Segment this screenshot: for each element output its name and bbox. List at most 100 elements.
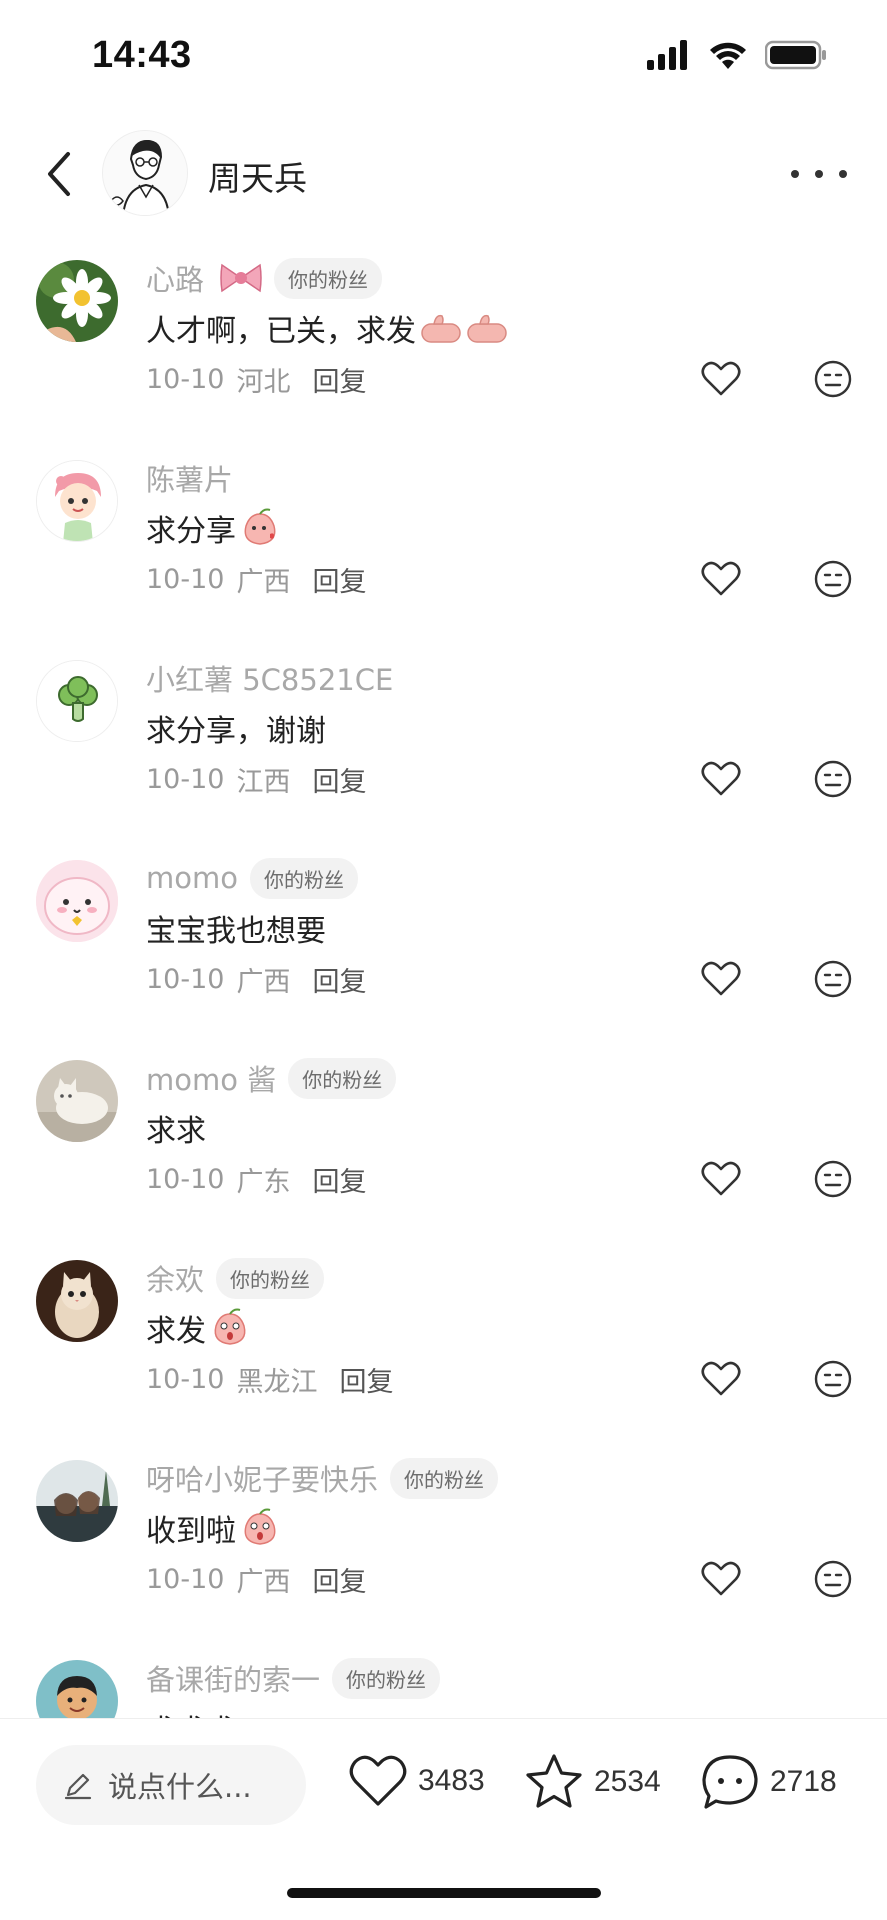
pencil-icon bbox=[64, 1773, 92, 1800]
comment-meta: 10-10 广西 回复 bbox=[146, 560, 366, 599]
neutral-face-icon[interactable] bbox=[812, 758, 854, 800]
avatar[interactable] bbox=[36, 260, 118, 342]
comment-region: 江西 bbox=[236, 767, 291, 798]
avatar[interactable] bbox=[36, 1660, 118, 1718]
comment-meta: 10-10 河北 回复 bbox=[146, 360, 366, 399]
comment-text[interactable]: 求求 bbox=[146, 1106, 206, 1150]
comment-item: 陈薯片 求分享 10-10 广西 回复 bbox=[0, 450, 887, 650]
comment-date: 10-10 bbox=[146, 964, 225, 995]
comment-button[interactable]: 2718 bbox=[700, 1753, 837, 1811]
status-icons bbox=[647, 40, 827, 70]
comment-text[interactable]: 求分享，谢谢 bbox=[146, 706, 326, 750]
collect-button[interactable]: 2534 bbox=[524, 1753, 661, 1811]
heart-icon[interactable] bbox=[700, 358, 742, 400]
heart-icon[interactable] bbox=[700, 1558, 742, 1600]
comment-text[interactable]: 求分享 bbox=[146, 506, 280, 550]
peach-surprised-emoji-icon bbox=[244, 1508, 276, 1545]
name-row: 陈薯片 bbox=[146, 456, 233, 500]
neutral-face-icon[interactable] bbox=[812, 358, 854, 400]
reply-button[interactable]: 回复 bbox=[312, 560, 366, 599]
back-button[interactable] bbox=[38, 146, 78, 202]
home-indicator[interactable] bbox=[287, 1888, 601, 1898]
reply-button[interactable]: 回复 bbox=[312, 960, 366, 999]
author-avatar[interactable] bbox=[102, 130, 188, 216]
peach-surprised-emoji-icon bbox=[214, 1308, 246, 1345]
fan-badge: 你的粉丝 bbox=[332, 1657, 441, 1699]
comment-input[interactable]: 说点什么... bbox=[36, 1745, 306, 1825]
status-bar: 14:43 bbox=[0, 0, 887, 110]
comment-list[interactable]: 心路 你的粉丝 人才啊，已关，求发 10-10 河北 回复 陈薯片 求分享 10… bbox=[0, 240, 887, 1718]
fan-badge: 你的粉丝 bbox=[216, 1257, 325, 1299]
commenter-name[interactable]: 余欢 bbox=[146, 1257, 204, 1299]
more-button[interactable] bbox=[791, 154, 847, 194]
reply-button[interactable]: 回复 bbox=[339, 1360, 393, 1399]
peach-kiss-emoji-icon bbox=[244, 508, 276, 545]
comment-text-content: 求发 bbox=[146, 1314, 206, 1349]
commenter-name[interactable]: 呀哈小妮子要快乐 bbox=[146, 1457, 378, 1499]
commenter-name[interactable]: momo 酱 bbox=[146, 1057, 276, 1099]
heart-icon[interactable] bbox=[700, 1158, 742, 1200]
comment-item: momo 酱 你的粉丝 求求 10-10 广东 回复 bbox=[0, 1050, 887, 1250]
kitten-avatar-icon bbox=[36, 1260, 118, 1342]
avatar[interactable] bbox=[36, 1260, 118, 1342]
heart-icon[interactable] bbox=[700, 758, 742, 800]
commenter-name[interactable]: 心路 bbox=[146, 257, 204, 299]
commenter-name[interactable]: 小红薯 5C8521CE bbox=[146, 657, 393, 699]
avatar[interactable] bbox=[36, 1460, 118, 1542]
comment-item: 心路 你的粉丝 人才啊，已关，求发 10-10 河北 回复 bbox=[0, 250, 887, 450]
heart-icon[interactable] bbox=[700, 958, 742, 1000]
dot bbox=[791, 170, 799, 178]
avatar[interactable] bbox=[36, 460, 118, 542]
comment-text-content: 求求求 bbox=[146, 1706, 236, 1718]
avatar[interactable] bbox=[36, 1060, 118, 1142]
reply-button[interactable]: 回复 bbox=[312, 1560, 366, 1599]
sketch-portrait-icon bbox=[103, 131, 187, 215]
name-row: 余欢 你的粉丝 bbox=[146, 1256, 325, 1300]
comment-text[interactable]: 求求求 bbox=[146, 1706, 236, 1718]
neutral-face-icon[interactable] bbox=[812, 958, 854, 1000]
reply-button[interactable]: 回复 bbox=[312, 1160, 366, 1199]
like-count: 3483 bbox=[418, 1764, 485, 1797]
header: 周天兵 bbox=[0, 118, 887, 228]
comment-region: 广西 bbox=[236, 967, 291, 998]
commenter-name[interactable]: momo bbox=[146, 861, 238, 895]
daisy-avatar-icon bbox=[36, 260, 118, 342]
like-button[interactable]: 3483 bbox=[348, 1753, 485, 1809]
thumbs-up-emoji-icon bbox=[467, 314, 507, 343]
avatar[interactable] bbox=[36, 860, 118, 942]
fan-badge: 你的粉丝 bbox=[288, 1057, 397, 1099]
name-row: 备课街的索一 你的粉丝 bbox=[146, 1656, 441, 1700]
comment-meta: 10-10 广西 回复 bbox=[146, 960, 366, 999]
comment-text-content: 求求 bbox=[146, 1114, 206, 1149]
author-name[interactable]: 周天兵 bbox=[208, 152, 307, 200]
neutral-face-icon[interactable] bbox=[812, 1158, 854, 1200]
comment-meta: 10-10 江西 回复 bbox=[146, 760, 366, 799]
name-row: 心路 你的粉丝 bbox=[146, 256, 383, 300]
reply-button[interactable]: 回复 bbox=[312, 360, 366, 399]
name-row: momo 你的粉丝 bbox=[146, 856, 358, 900]
dot bbox=[839, 170, 847, 178]
collect-count: 2534 bbox=[594, 1765, 661, 1798]
neutral-face-icon[interactable] bbox=[812, 1558, 854, 1600]
comment-text[interactable]: 宝宝我也想要 bbox=[146, 906, 326, 950]
star-icon bbox=[526, 1754, 582, 1808]
comment-item: 备课街的索一 你的粉丝 求求求 bbox=[0, 1650, 887, 1718]
comment-date: 10-10 bbox=[146, 364, 225, 395]
comment-text-content: 求分享 bbox=[146, 514, 236, 549]
commenter-name[interactable]: 陈薯片 bbox=[146, 457, 233, 499]
input-placeholder: 说点什么... bbox=[108, 1770, 252, 1804]
name-row: 小红薯 5C8521CE bbox=[146, 656, 393, 700]
comment-text[interactable]: 人才啊，已关，求发 bbox=[146, 306, 508, 350]
broccoli-avatar-icon bbox=[37, 661, 117, 741]
heart-icon[interactable] bbox=[700, 558, 742, 600]
avatar[interactable] bbox=[36, 660, 118, 742]
commenter-name[interactable]: 备课街的索一 bbox=[146, 1657, 320, 1699]
heart-icon[interactable] bbox=[700, 1358, 742, 1400]
comment-text[interactable]: 求发 bbox=[146, 1306, 250, 1350]
comment-item: 呀哈小妮子要快乐 你的粉丝 收到啦 10-10 广西 回复 bbox=[0, 1450, 887, 1650]
comment-text[interactable]: 收到啦 bbox=[146, 1506, 280, 1550]
neutral-face-icon[interactable] bbox=[812, 1358, 854, 1400]
neutral-face-icon[interactable] bbox=[812, 558, 854, 600]
bow-emoji-icon bbox=[220, 263, 262, 293]
reply-button[interactable]: 回复 bbox=[312, 760, 366, 799]
